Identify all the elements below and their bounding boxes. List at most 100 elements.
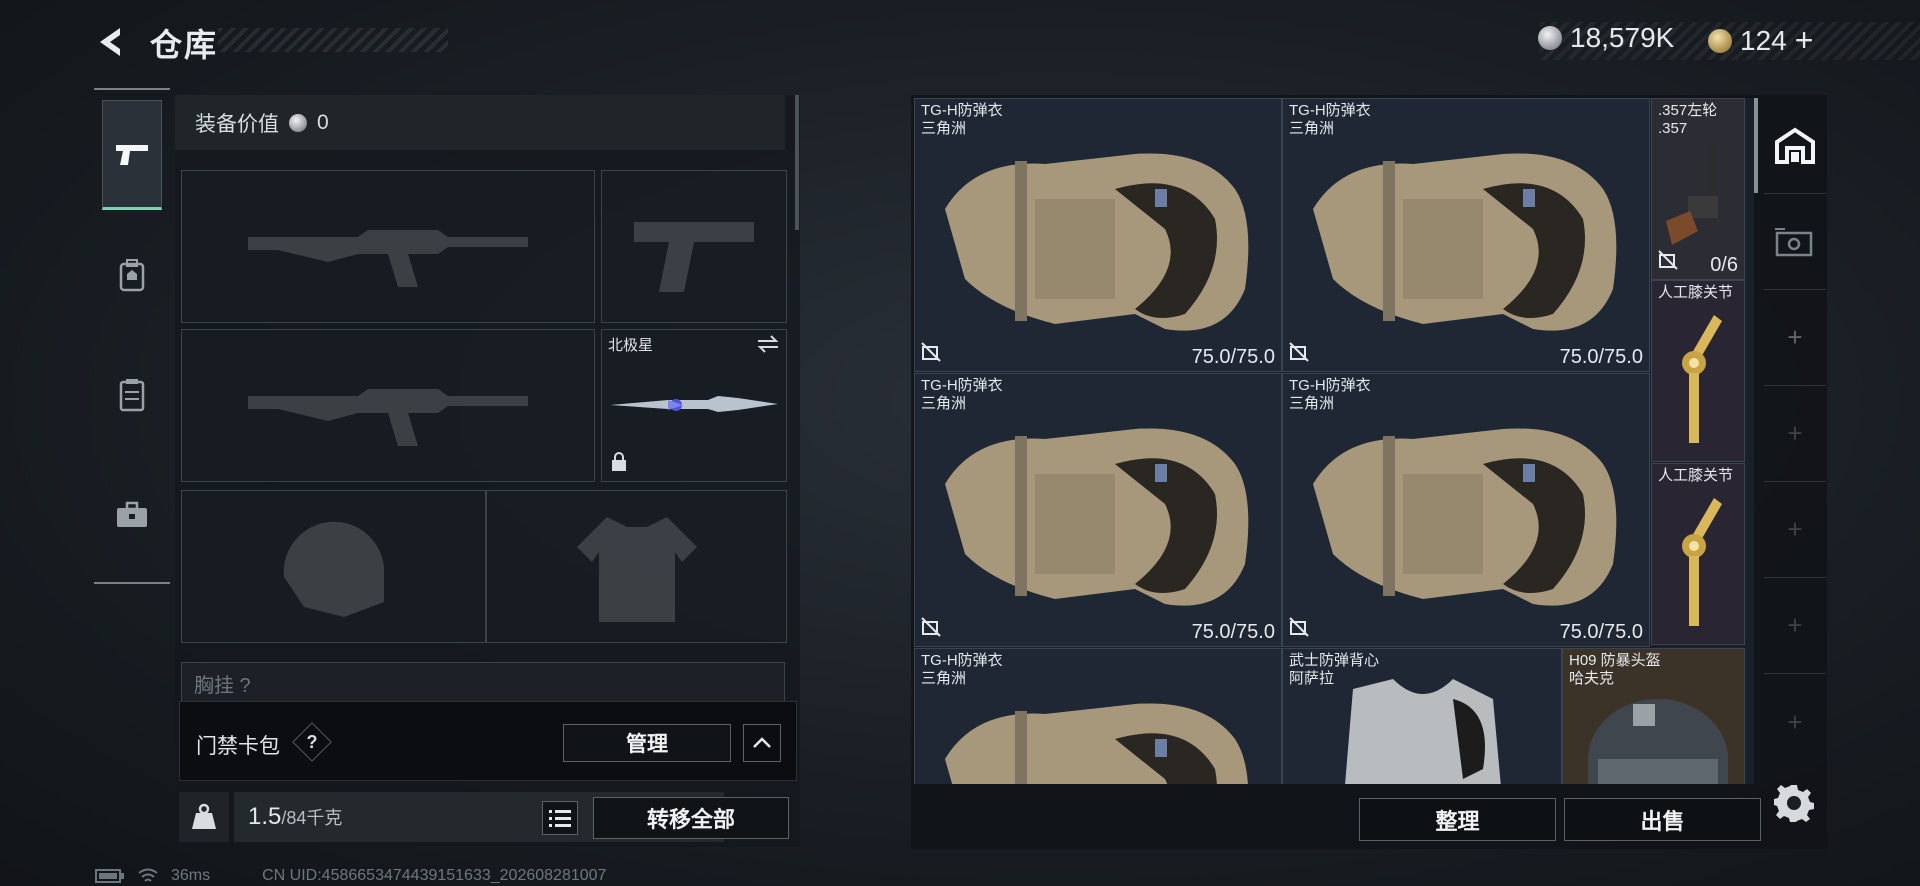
armor-vest-icon — [945, 703, 1248, 784]
armor-vest-icon — [945, 428, 1249, 606]
warehouse-panel: TG-H防弹衣 三角洲 75.0/75.0 TG-H防弹衣 三角洲 75.0/7… — [911, 95, 1827, 849]
weight-max: /84千克 — [281, 808, 343, 828]
warehouse-item-armor[interactable]: 武士防弹背心 阿萨拉 — [1282, 648, 1562, 784]
no-insure-icon — [1289, 342, 1309, 367]
battery-icon — [95, 869, 124, 883]
armor-vest-icon — [1313, 428, 1617, 606]
warehouse-page-stash[interactable] — [1764, 194, 1826, 290]
no-insure-icon — [1289, 617, 1309, 642]
item-name: TG-H防弹衣 三角洲 — [1289, 377, 1371, 412]
item-name: TG-H防弹衣 三角洲 — [921, 377, 1003, 412]
warehouse-item-armor[interactable]: TG-H防弹衣 三角洲 75.0/75.0 — [914, 98, 1282, 372]
pistol-icon — [116, 145, 148, 165]
weight-current: 1.5 — [248, 803, 282, 830]
add-currency-button[interactable]: + — [1795, 22, 1814, 59]
add-page-button[interactable]: + — [1764, 482, 1826, 578]
stash-icon — [1775, 227, 1813, 256]
item-durability: 75.0/75.0 — [1191, 621, 1275, 643]
add-page-button[interactable]: + — [1764, 674, 1826, 770]
warehouse-item-armor[interactable]: TG-H防弹衣 三角洲 75.0/75.0 — [914, 373, 1282, 647]
armor-vest-icon — [1313, 153, 1617, 331]
equipment-tabs — [94, 88, 170, 584]
silver-currency-value: 18,579K — [1570, 22, 1675, 53]
equipment-value: 0 — [317, 110, 329, 134]
revolver-icon — [1666, 145, 1718, 245]
pistol-slot[interactable] — [601, 170, 787, 323]
ping-value: 36ms — [171, 867, 211, 884]
toolbox-icon — [117, 501, 147, 527]
transfer-all-button[interactable]: 转移全部 — [593, 797, 789, 839]
melee-name: 北极星 — [608, 337, 654, 354]
top-bar: 仓库 18,579K 124 + — [0, 0, 1920, 80]
wifi-icon — [138, 868, 158, 882]
warehouse-grid: TG-H防弹衣 三角洲 75.0/75.0 TG-H防弹衣 三角洲 75.0/7… — [914, 98, 1754, 784]
help-icon[interactable]: ? — [292, 722, 332, 762]
help-icon-glyph: ? — [306, 731, 318, 752]
item-name: 人工膝关节 — [1658, 284, 1734, 301]
silver-coin-icon — [1538, 26, 1562, 50]
knife-icon — [610, 396, 778, 412]
vest-icon — [119, 379, 145, 412]
add-page-button[interactable]: + — [1764, 386, 1826, 482]
weight-icon — [179, 792, 229, 842]
manage-button[interactable]: 管理 — [563, 724, 731, 762]
warehouse-item-armor[interactable]: TG-H防弹衣 三角洲 75.0/75.0 — [1282, 98, 1650, 372]
sell-button[interactable]: 出售 — [1564, 798, 1761, 841]
equipment-scrollbar[interactable] — [795, 95, 799, 230]
page-title: 仓库 — [150, 27, 219, 63]
item-durability: 75.0/75.0 — [1559, 346, 1643, 368]
no-insure-icon — [921, 617, 941, 642]
capacity-bar: 1.5 /84千克 转移全部 — [179, 792, 797, 842]
gold-currency-value: 124 — [1740, 24, 1787, 56]
warehouse-item-revolver[interactable]: .357左轮 .357 0/6 — [1651, 98, 1745, 280]
rifle-silhouette-icon — [182, 171, 594, 322]
chest-rig-row[interactable]: 胸挂 ? — [181, 662, 785, 702]
list-icon — [549, 810, 571, 827]
no-insure-icon — [1658, 250, 1678, 275]
warehouse-item-armor[interactable]: TG-H防弹衣 三角洲 — [914, 648, 1282, 784]
item-name: .357左轮 .357 — [1658, 102, 1718, 137]
item-name: 人工膝关节 — [1658, 467, 1734, 484]
tab-toolbox[interactable] — [102, 460, 162, 570]
primary-weapon-slot[interactable] — [181, 170, 595, 323]
tab-vest[interactable] — [102, 340, 162, 450]
helmet-slot[interactable] — [181, 490, 486, 643]
add-page-button[interactable]: + — [1764, 578, 1826, 674]
item-name: H09 防暴头盔 哈夫克 — [1569, 652, 1661, 687]
riot-helmet-icon — [1588, 699, 1728, 784]
item-name: TG-H防弹衣 三角洲 — [1289, 102, 1371, 137]
item-durability: 75.0/75.0 — [1559, 621, 1643, 643]
back-arrow-icon[interactable] — [92, 22, 132, 62]
warehouse-icon — [1775, 127, 1815, 164]
equipment-value-row: 装备价值 0 — [175, 95, 785, 150]
silver-coin-icon — [289, 113, 307, 132]
melee-slot[interactable]: 北极星 — [601, 329, 787, 482]
armor-vest-icon — [945, 153, 1249, 331]
gear-icon[interactable] — [1774, 782, 1814, 822]
silver-currency: 18,579K — [1538, 22, 1674, 54]
tab-backpack[interactable] — [102, 220, 162, 330]
no-insure-icon — [921, 342, 941, 367]
warehouse-item-armor[interactable]: TG-H防弹衣 三角洲 75.0/75.0 — [1282, 373, 1650, 647]
warehouse-page-main[interactable] — [1764, 98, 1826, 194]
collapse-button[interactable] — [743, 724, 781, 762]
warehouse-item-helmet[interactable]: H09 防暴头盔 哈夫克 — [1562, 648, 1745, 784]
list-view-button[interactable] — [542, 801, 578, 835]
warehouse-pages: + + + + + — [1764, 98, 1826, 788]
secondary-weapon-slot[interactable] — [181, 329, 595, 482]
add-page-button[interactable]: + — [1764, 290, 1826, 386]
swap-icon[interactable] — [756, 334, 780, 359]
sort-button[interactable]: 整理 — [1359, 798, 1556, 841]
tab-weapons[interactable] — [102, 100, 162, 210]
chevron-up-icon — [753, 737, 771, 748]
warehouse-item-knee[interactable]: 人工膝关节 — [1651, 280, 1745, 462]
warehouse-item-knee[interactable]: 人工膝关节 — [1651, 463, 1745, 645]
status-bar: 36ms CN UID:4586653474439151633_20260828… — [95, 866, 606, 886]
armor-slot[interactable] — [486, 490, 787, 643]
equipment-value-label: 装备价值 — [195, 112, 279, 136]
gold-coin-icon — [1708, 28, 1732, 53]
warehouse-scrollbar[interactable] — [1754, 98, 1758, 193]
item-ammo: 0/6 — [1710, 254, 1738, 276]
artificial-knee-icon — [1682, 315, 1722, 443]
armor-silhouette-icon — [487, 491, 786, 642]
